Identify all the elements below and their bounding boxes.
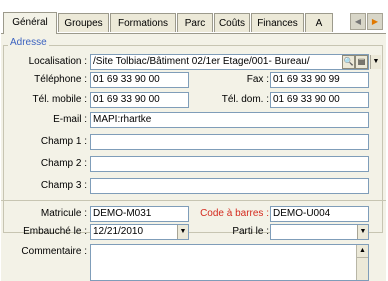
embauche-field[interactable]: 12/21/2010: [90, 224, 189, 240]
embauche-label: Embauché le :: [23, 226, 87, 237]
champ3-label: Champ 3 :: [40, 180, 87, 191]
champ1-field[interactable]: [90, 134, 369, 150]
localisation-dropdown-button[interactable]: ▼: [370, 55, 381, 69]
commentaire-label: Commentaire :: [21, 246, 87, 257]
chevron-left-icon[interactable]: ◀: [350, 13, 366, 30]
chevron-down-icon[interactable]: ▼: [177, 225, 188, 239]
champ2-label: Champ 2 :: [40, 158, 87, 169]
fax-field[interactable]: 01 69 33 90 99: [270, 72, 369, 88]
champ1-label: Champ 1 :: [40, 136, 87, 147]
tab-formations[interactable]: Formations: [110, 13, 176, 32]
detail-icon[interactable]: ▤: [355, 55, 368, 69]
tab-couts[interactable]: Coûts: [214, 13, 250, 32]
chevron-right-icon[interactable]: ▶: [367, 13, 383, 30]
tab-finances[interactable]: Finances: [251, 13, 304, 32]
localisation-field[interactable]: /Site Tolbiac/Bâtiment 02/1er Etage/001-…: [90, 54, 369, 70]
tab-bar: Général Groupes Formations Parc Coûts Fi…: [1, 1, 386, 34]
champ2-field[interactable]: [90, 156, 369, 172]
matricule-label: Matricule :: [40, 208, 87, 219]
scroll-up-icon[interactable]: ▲: [357, 245, 368, 258]
tab-scroll-buttons: ◀ ▶: [350, 13, 384, 30]
commentaire-textarea[interactable]: [90, 244, 369, 281]
commentaire-scrollbar[interactable]: ▲: [356, 245, 368, 280]
code-barres-field[interactable]: DEMO-U004: [270, 206, 369, 222]
telephone-label: Téléphone :: [34, 74, 87, 85]
tab-parc[interactable]: Parc: [177, 13, 213, 32]
tel-mobile-field[interactable]: 01 69 33 90 00: [90, 92, 189, 108]
email-label: E-mail :: [53, 114, 87, 125]
telephone-field[interactable]: 01 69 33 90 00: [90, 72, 189, 88]
champ3-field[interactable]: [90, 178, 369, 194]
parti-field[interactable]: [270, 224, 369, 240]
section-divider: [1, 200, 386, 201]
employee-detail-window: Général Groupes Formations Parc Coûts Fi…: [1, 1, 386, 281]
tab-groupes[interactable]: Groupes: [58, 13, 109, 32]
address-group-title: Adresse: [8, 37, 49, 48]
parti-label: Parti le :: [232, 226, 269, 237]
matricule-field[interactable]: DEMO-M031: [90, 206, 189, 222]
tel-dom-label: Tél. dom. :: [221, 94, 269, 105]
tel-dom-field[interactable]: 01 69 33 90 00: [270, 92, 369, 108]
email-field[interactable]: MAPI:rhartke: [90, 112, 369, 128]
chevron-down-icon[interactable]: ▼: [357, 225, 368, 239]
fax-label: Fax :: [246, 74, 269, 85]
general-tab-panel: Adresse Localisation : /Site Tolbiac/Bât…: [1, 33, 386, 281]
localisation-label: Localisation :: [28, 56, 87, 67]
tel-mobile-label: Tél. mobile :: [32, 94, 87, 105]
tab-general[interactable]: Général: [3, 12, 57, 34]
code-barres-label: Code à barres :: [200, 208, 269, 219]
tab-a[interactable]: A: [305, 13, 333, 32]
search-icon[interactable]: 🔍: [342, 55, 355, 69]
